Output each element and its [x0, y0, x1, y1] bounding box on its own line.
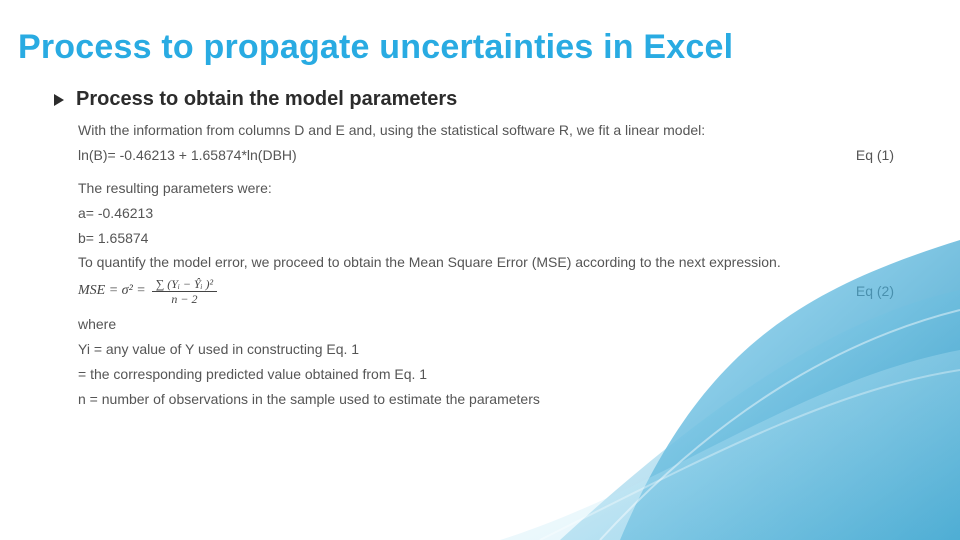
mse-intro: To quantify the model error, we proceed …	[78, 253, 900, 272]
where-yi: Yi = any value of Y used in constructing…	[78, 340, 900, 359]
equation-2-label: Eq (2)	[804, 282, 900, 301]
param-a: a= -0.46213	[78, 204, 900, 223]
equation-2-row: MSE = σ² = ∑ (Yᵢ − Ŷᵢ )² n − 2 Eq (2)	[78, 278, 900, 305]
mse-numerator: ∑ (Yᵢ − Ŷᵢ )²	[152, 278, 217, 292]
equation-1-row: ln(B)= -0.46213 + 1.65874*ln(DBH) Eq (1)	[78, 146, 900, 165]
equation-1: ln(B)= -0.46213 + 1.65874*ln(DBH)	[78, 146, 804, 165]
slide: Process to propagate uncertainties in Ex…	[0, 0, 960, 540]
intro-text: With the information from columns D and …	[78, 121, 900, 140]
equation-2: MSE = σ² = ∑ (Yᵢ − Ŷᵢ )² n − 2	[78, 278, 804, 305]
subheading-row: Process to obtain the model parameters	[54, 88, 900, 111]
mse-fraction: ∑ (Yᵢ − Ŷᵢ )² n − 2	[152, 278, 217, 305]
page-title: Process to propagate uncertainties in Ex…	[18, 28, 733, 67]
equation-1-label: Eq (1)	[804, 146, 900, 165]
params-intro: The resulting parameters were:	[78, 179, 900, 198]
body-block: With the information from columns D and …	[78, 121, 900, 409]
content-area: Process to obtain the model parameters W…	[54, 88, 900, 415]
arrow-bullet-icon	[54, 94, 64, 106]
mse-denominator: n − 2	[171, 292, 197, 305]
where-label: where	[78, 315, 900, 334]
subheading: Process to obtain the model parameters	[76, 88, 457, 111]
param-b: b= 1.65874	[78, 229, 900, 248]
mse-formula: MSE = σ² = ∑ (Yᵢ − Ŷᵢ )² n − 2	[78, 278, 804, 305]
mse-left: MSE = σ² =	[78, 282, 146, 301]
where-yhat: = the corresponding predicted value obta…	[78, 365, 900, 384]
where-n: n = number of observations in the sample…	[78, 390, 900, 409]
